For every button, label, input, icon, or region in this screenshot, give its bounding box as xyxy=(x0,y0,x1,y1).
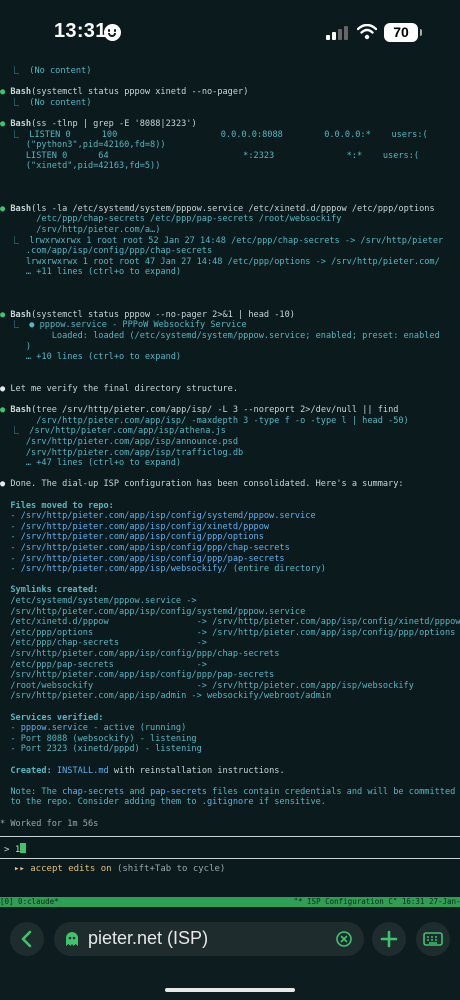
terminal-line: lrwxrwxrwx 1 root root 47 Jan 27 14:48 /… xyxy=(0,256,440,267)
terminal-line: - /srv/http/pieter.com/app/isp/config/pp… xyxy=(0,532,264,543)
terminal-line: /srv/http/pieter.com/app/isp/ -maxdepth … xyxy=(0,415,409,426)
terminal-line: ⎿ (No content) xyxy=(0,97,92,108)
terminal-line: - pppow.service - active (running) xyxy=(0,723,187,734)
terminal-line: - /srv/http/pieter.com/app/isp/websockif… xyxy=(0,564,326,575)
smiley-icon xyxy=(104,24,121,41)
ghost-icon xyxy=(63,930,81,948)
terminal-line: ● Bash(ls -la /etc/systemd/system/pppow.… xyxy=(0,203,435,214)
terminal-line: … +11 lines (ctrl+o to expand) xyxy=(0,267,182,278)
input-divider-top xyxy=(0,836,460,837)
plus-icon xyxy=(380,930,398,948)
terminal-line: /srv/http/pieter.com/app/isp/config/ppp/… xyxy=(0,670,275,681)
terminal-line: /srv/http/pieter.com/app/isp/announce.ps… xyxy=(0,437,238,447)
terminal-line: ⎿ LISTEN 0 100 0.0.0.0:8088 0.0.0.0:* us… xyxy=(0,129,428,140)
terminal-line: Note: The chap-secrets and pap-secrets f… xyxy=(0,786,456,797)
terminal-line: /etc/ppp/chap-secrets -> xyxy=(0,638,207,649)
bottom-toolbar: pieter.net (ISP) xyxy=(0,908,460,1000)
terminal-line: - Port 8088 (websockify) - listening xyxy=(0,733,197,744)
back-button[interactable] xyxy=(10,922,44,956)
add-tab-button[interactable] xyxy=(372,922,406,956)
terminal-line: /srv/http/pieter.com/app/isp/config/syst… xyxy=(0,606,306,617)
terminal-line: /root/websockify -> /srv/http/pieter.com… xyxy=(0,680,414,691)
terminal-line: ● Done. The dial-up ISP configuration ha… xyxy=(0,479,404,490)
terminal-line: ⎿ ● pppow.service - PPPoW Websockify Ser… xyxy=(0,320,247,331)
terminal-line: /etc/xinetd.d/pppow -> /srv/http/pieter.… xyxy=(0,617,460,628)
terminal-line: - /srv/http/pieter.com/app/isp/config/xi… xyxy=(0,521,270,532)
terminal-line: /srv/http/pieter.com/app/isp/trafficlog.… xyxy=(0,447,244,458)
terminal-line: LISTEN 0 64 *:2323 *:* users:( xyxy=(0,150,420,161)
terminal-line: ● Bash(systemctl status pppow xinetd --n… xyxy=(0,87,249,98)
terminal-line: - /srv/http/pieter.com/app/isp/config/pp… xyxy=(0,543,290,553)
terminal-line: Loaded: loaded (/etc/systemd/system/pppo… xyxy=(0,331,440,341)
terminal-line: ⎿ lrwxrwxrwx 1 root root 52 Jan 27 14:48… xyxy=(0,235,444,246)
terminal-line: ● Let me verify the final directory stru… xyxy=(0,384,239,394)
tmux-status-bar: [0] 0:claude* "* ISP Configuration C" 16… xyxy=(0,897,460,907)
terminal-line: /etc/ppp/chap-secrets /etc/ppp/pap-secre… xyxy=(0,214,342,225)
terminal-line: /etc/ppp/options -> /srv/http/pieter.com… xyxy=(0,627,456,638)
terminal-line: ● Bash(systemctl status pppow --no-pager… xyxy=(0,309,295,320)
prompt-input[interactable]: > 1 xyxy=(4,843,27,855)
wifi-icon xyxy=(357,24,377,40)
terminal-line: * Worked for 1m 56s xyxy=(0,818,99,829)
battery-icon: 70 xyxy=(384,23,422,42)
status-bar: 13:31 70 xyxy=(0,0,460,60)
chevron-left-icon xyxy=(21,930,32,948)
terminal-line: /etc/systemd/system/pppow.service -> xyxy=(0,596,197,606)
mode-label: ▸▸ xyxy=(14,864,31,874)
terminal-line: ("xinetd",pid=42163,fd=5)) xyxy=(0,161,161,172)
terminal-line: ("python3",pid=42160,fd=8)) xyxy=(0,140,166,151)
terminal-line: Services verified: xyxy=(0,712,104,723)
terminal-line: /srv/http/pieter.com/app/isp/config/ppp/… xyxy=(0,649,280,659)
keyboard-icon xyxy=(423,932,443,946)
terminal-line: /srv/http/pieter.com/app/isp/admin -> we… xyxy=(0,691,332,702)
terminal-line: - Port 2323 (xinetd/pppd) - listening xyxy=(0,744,202,755)
mode-indicator: ▸▸ accept edits on (shift+Tab to cycle) xyxy=(14,864,226,874)
terminal-line: … +10 lines (ctrl+o to expand) xyxy=(0,352,182,363)
terminal-line: /srv/http/pieter.com/a…) xyxy=(0,225,161,235)
terminal-line: ) xyxy=(0,341,32,352)
clock: 13:31 xyxy=(54,20,107,42)
terminal-line: ⎿ /srv/http/pieter.com/app/isp/athena.js xyxy=(0,426,226,437)
terminal-line: - /srv/http/pieter.com/app/isp/config/sy… xyxy=(0,511,316,522)
terminal-output: ⎿ (No content) ● Bash(systemctl status pp… xyxy=(0,60,460,900)
terminal-line: to the repo. Consider adding them to .gi… xyxy=(0,797,326,808)
terminal-line: Symlinks created: xyxy=(0,585,99,596)
terminal-line: … +47 lines (ctrl+o to expand) xyxy=(0,458,182,469)
terminal-line: Files moved to repo: xyxy=(0,500,114,511)
terminal-line: ⎿ (No content) xyxy=(0,66,92,76)
terminal-line: /etc/ppp/pap-secrets -> xyxy=(0,659,207,670)
terminal-line: Created: INSTALL.md with reinstallation … xyxy=(10,765,285,776)
cursor xyxy=(20,843,27,853)
input-divider-bottom xyxy=(0,858,460,859)
clear-icon[interactable] xyxy=(336,931,352,947)
address-bar-label: pieter.net (ISP) xyxy=(88,928,209,948)
signal-icon xyxy=(326,26,348,40)
terminal-line: .com/app/isp/config/ppp/chap-secrets xyxy=(0,246,213,257)
terminal-line: - /srv/http/pieter.com/app/isp/config/pp… xyxy=(0,553,285,564)
address-bar[interactable]: pieter.net (ISP) xyxy=(54,922,364,956)
terminal-line: ● Bash(tree /srv/http/pieter.com/app/isp… xyxy=(0,405,399,416)
home-indicator xyxy=(165,988,295,992)
keyboard-button[interactable] xyxy=(416,922,450,956)
terminal-line: ● Bash(ss -tlnp | grep -E '8088|2323') xyxy=(0,119,197,129)
